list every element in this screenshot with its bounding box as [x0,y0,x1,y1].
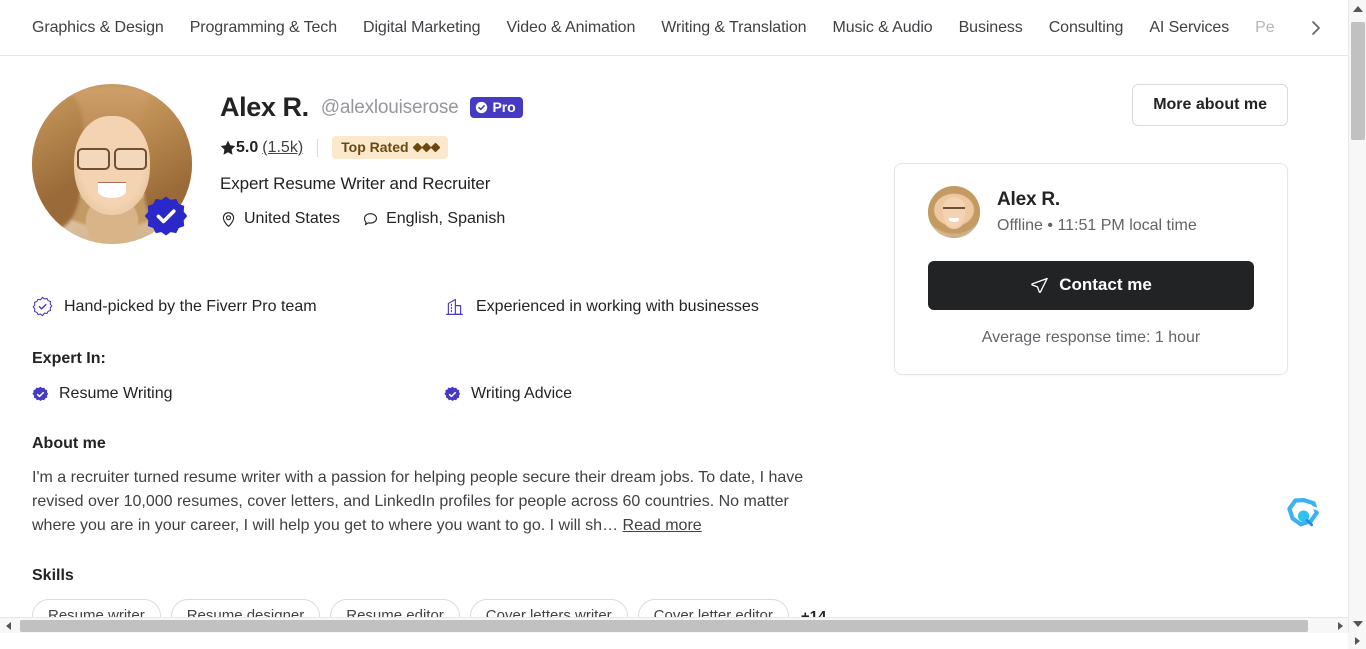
trust-item-business-experience: Experienced in working with businesses [444,296,759,317]
profile-side-column: More about me Alex R. Offline • 11:51 PM… [864,84,1288,375]
profile-header: Alex R. @alexlouiserose Pro 5.0 (1.5k) T… [32,84,864,244]
profile-location: United States [220,210,340,228]
profile-photo-small [928,186,980,238]
contact-card-user-text: Alex R. Offline • 11:51 PM local time [997,189,1197,235]
profile-languages: English, Spanish [362,210,505,228]
top-rated-label: Top Rated [341,139,409,155]
nav-item-writing-translation[interactable]: Writing & Translation [661,15,806,41]
nav-item-ai-services[interactable]: AI Services [1149,15,1229,41]
verified-check-icon [476,101,488,113]
skills-heading: Skills [32,567,74,584]
contact-card-user: Alex R. Offline • 11:51 PM local time [928,186,1254,238]
profile-tagline: Expert Resume Writer and Recruiter [220,174,491,193]
status-badge-pro: Pro [470,97,523,118]
expert-item-resume-writing: Resume Writing [32,385,444,403]
star-icon [220,140,236,156]
scrollbar-corner[interactable] [1348,633,1366,649]
nav-item-music-audio[interactable]: Music & Audio [832,15,932,41]
speech-bubble-icon [362,211,379,228]
page-viewport: Graphics & Design Programming & Tech Dig… [0,0,1348,633]
horizontal-scrollbar[interactable] [0,617,1348,633]
nav-item-business[interactable]: Business [959,15,1023,41]
contact-card-status: Offline • 11:51 PM local time [997,217,1197,234]
expert-item-writing-advice: Writing Advice [444,385,572,403]
category-nav: Graphics & Design Programming & Tech Dig… [0,0,1348,56]
profile-name-row: Alex R. @alexlouiserose Pro [220,92,523,123]
check-seal-icon [444,386,461,403]
nav-item-consulting[interactable]: Consulting [1049,15,1124,41]
expert-item-label: Resume Writing [59,385,173,402]
read-more-link[interactable]: Read more [623,517,702,534]
status-badge-top-rated: Top Rated [332,136,448,159]
building-icon [444,296,465,317]
two-column-layout: Alex R. @alexlouiserose Pro 5.0 (1.5k) T… [32,84,1316,633]
trust-signals-row: Hand-picked by the Fiverr Pro team Exper… [32,296,864,317]
paper-plane-icon [1030,276,1049,295]
expert-item-label: Writing Advice [471,385,573,402]
verified-seal-icon [32,296,53,317]
average-response-time: Average response time: 1 hour [981,329,1201,346]
location-pin-icon [220,211,237,228]
trust-item-hand-picked: Hand-picked by the Fiverr Pro team [32,296,444,317]
horizontal-scrollbar-thumb[interactable] [20,620,1308,632]
contact-me-label: Contact me [1059,275,1152,294]
divider [317,138,319,157]
triangle-up-icon[interactable] [1349,0,1366,18]
nav-item-graphics-design[interactable]: Graphics & Design [32,15,164,41]
about-me-text: I'm a recruiter turned resume writer wit… [32,466,832,538]
contact-card: Alex R. Offline • 11:51 PM local time Co… [894,163,1288,375]
category-nav-list: Graphics & Design Programming & Tech Dig… [32,15,1275,41]
profile-languages-label: English, Spanish [386,210,506,227]
verified-badge-icon [142,194,190,242]
rating-count-link[interactable]: (1.5k) [262,139,303,157]
triangle-right-icon[interactable] [1332,618,1348,633]
profile-handle: @alexlouiserose [320,96,459,118]
triangle-down-icon[interactable] [1349,615,1366,633]
search-widget-icon[interactable] [1282,496,1326,540]
vertical-scrollbar-thumb[interactable] [1351,22,1365,140]
expert-in-heading: Expert In: [32,350,106,367]
avatar[interactable] [32,84,192,244]
profile-location-label: United States [244,210,341,227]
trust-item-label: Hand-picked by the Fiverr Pro team [64,297,317,315]
profile-main-column: Alex R. @alexlouiserose Pro 5.0 (1.5k) T… [32,84,864,633]
rating-value: 5.0 [236,138,259,156]
expert-in-row: Resume Writing Writing Advice [32,385,864,403]
check-seal-icon [32,386,49,403]
page-title: Alex R. [220,92,309,122]
vertical-scrollbar[interactable] [1348,0,1366,633]
triangle-left-icon[interactable] [0,618,16,633]
contact-card-name: Alex R. [997,189,1061,210]
pro-badge-label: Pro [492,99,516,115]
chevron-right-icon[interactable] [1296,0,1336,55]
profile-page-body: Alex R. @alexlouiserose Pro 5.0 (1.5k) T… [0,56,1348,633]
browser-page: Graphics & Design Programming & Tech Dig… [0,0,1366,649]
rating-row: 5.0 (1.5k) Top Rated [220,136,523,159]
nav-item-personal-growth[interactable]: Pe [1255,15,1274,41]
nav-item-digital-marketing[interactable]: Digital Marketing [363,15,481,41]
nav-item-video-animation[interactable]: Video & Animation [506,15,635,41]
contact-me-button[interactable]: Contact me [928,261,1254,310]
more-about-me-button[interactable]: More about me [1132,84,1288,126]
profile-info: Alex R. @alexlouiserose Pro 5.0 (1.5k) T… [220,84,523,228]
about-me-heading: About me [32,435,106,452]
diamond-icons [412,142,441,152]
nav-item-programming-tech[interactable]: Programming & Tech [190,15,337,41]
trust-item-label: Experienced in working with businesses [476,297,759,315]
profile-meta-row: United States English, Spanish [220,210,523,228]
